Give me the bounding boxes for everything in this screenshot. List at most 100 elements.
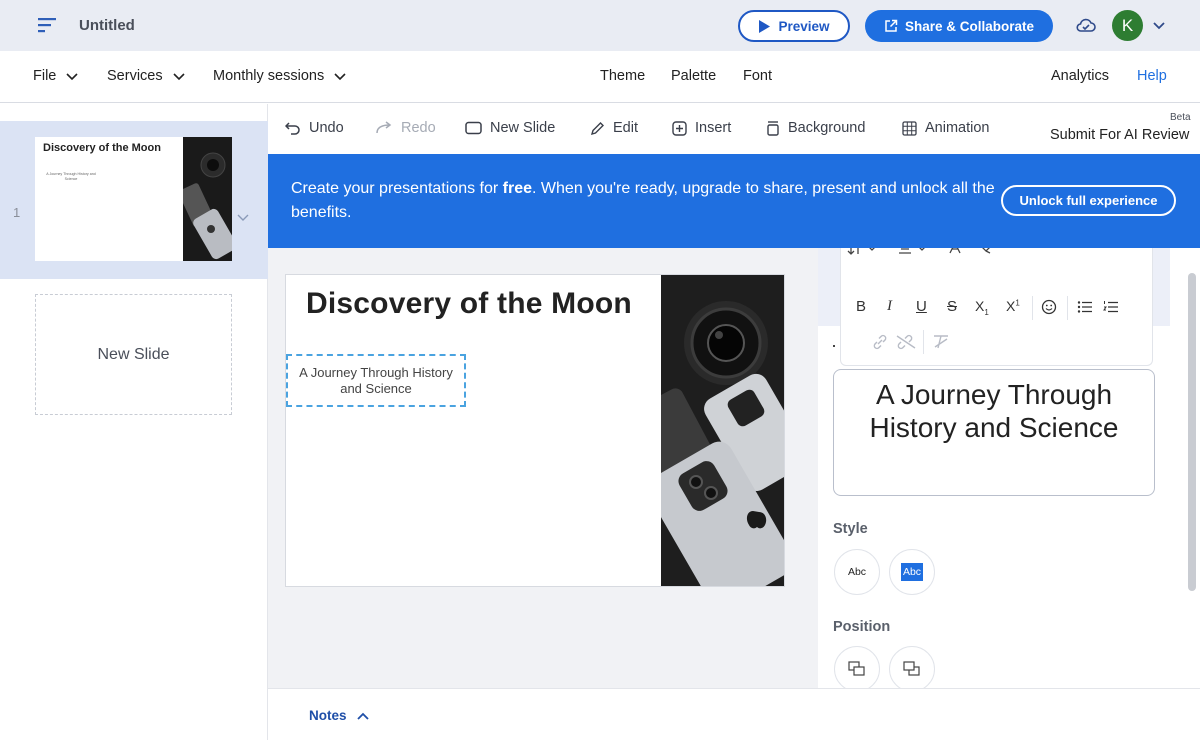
slide-number: 1 xyxy=(13,205,21,220)
animation-icon xyxy=(902,120,917,136)
background-label: Background xyxy=(788,120,866,136)
hamburger-menu-icon[interactable] xyxy=(36,15,58,35)
bold-button[interactable]: B xyxy=(856,298,866,315)
underline-button[interactable]: U xyxy=(916,298,927,315)
undo-label: Undo xyxy=(309,120,344,136)
scrollbar[interactable] xyxy=(1188,273,1196,591)
subscript-button[interactable]: X1 xyxy=(975,298,989,317)
caret-marker xyxy=(833,345,835,347)
chevron-up-icon xyxy=(356,709,370,723)
bring-forward-button[interactable] xyxy=(834,646,880,688)
animation-button[interactable]: Animation xyxy=(902,120,989,136)
new-slide-button[interactable]: New Slide xyxy=(465,120,555,136)
align-dropdown[interactable] xyxy=(897,248,927,256)
numbered-list-icon[interactable] xyxy=(1103,300,1119,314)
style-label: Style xyxy=(833,521,868,537)
divider xyxy=(1032,296,1033,320)
menu-services-label: Services xyxy=(107,68,163,84)
strikethrough-button[interactable]: S xyxy=(947,298,957,315)
style-option-highlight[interactable]: Abc xyxy=(889,549,935,595)
emoji-icon[interactable] xyxy=(1041,299,1057,315)
share-collaborate-button[interactable]: Share & Collaborate xyxy=(865,10,1053,42)
unlink-icon[interactable] xyxy=(895,334,917,350)
menu-analytics[interactable]: Analytics xyxy=(1051,68,1109,84)
preview-button[interactable]: Preview xyxy=(738,10,850,42)
cloud-saved-icon[interactable] xyxy=(1075,14,1097,36)
slides-panel: 1 Discovery of the Moon A Journey Throug… xyxy=(0,104,268,740)
slide-thumbnail-row[interactable]: 1 Discovery of the Moon A Journey Throug… xyxy=(0,121,268,279)
menu-theme[interactable]: Theme xyxy=(600,68,645,84)
slide-subtitle-textbox[interactable]: A Journey Through History and Science xyxy=(286,354,466,407)
insert-button[interactable]: Insert xyxy=(672,120,731,136)
new-slide-label: New Slide xyxy=(490,120,556,136)
slide-thumbnail[interactable]: Discovery of the Moon A Journey Through … xyxy=(35,137,232,261)
slide-image[interactable] xyxy=(661,275,784,586)
clear-format-icon[interactable] xyxy=(931,334,951,350)
slide-canvas[interactable]: Discovery of the Moon A Journey Through … xyxy=(285,274,785,587)
banner-text-pre: Create your presentations for xyxy=(291,180,503,197)
menu-help[interactable]: Help xyxy=(1137,68,1167,84)
chevron-down-icon xyxy=(333,69,347,83)
thumbnail-title: Discovery of the Moon xyxy=(43,142,161,154)
redo-button[interactable]: Redo xyxy=(375,120,436,136)
link-icon[interactable] xyxy=(871,334,889,350)
edit-label: Edit xyxy=(613,120,638,136)
send-backward-icon xyxy=(902,660,922,678)
menu-bar: File Services Monthly sessions Theme Pal… xyxy=(0,51,1200,103)
thumbnail-image xyxy=(183,137,232,261)
avatar[interactable]: K xyxy=(1112,10,1143,41)
align-center-icon xyxy=(897,248,913,256)
notes-bar: Notes xyxy=(268,688,1200,740)
superscript-button[interactable]: X1 xyxy=(1006,298,1020,314)
divider xyxy=(923,330,924,354)
preview-label: Preview xyxy=(778,18,830,34)
beta-badge: Beta xyxy=(1170,112,1191,123)
plus-square-icon xyxy=(672,120,687,136)
external-link-icon xyxy=(884,19,898,33)
pencil-icon xyxy=(590,121,605,136)
chevron-down-icon xyxy=(917,248,927,254)
slide-icon xyxy=(465,121,482,135)
new-slide-placeholder[interactable]: New Slide xyxy=(35,294,232,415)
chevron-down-icon[interactable] xyxy=(236,210,250,224)
menu-monthly-sessions[interactable]: Monthly sessions xyxy=(213,68,347,84)
menu-services[interactable]: Services xyxy=(107,68,186,84)
chevron-down-icon[interactable] xyxy=(1152,18,1166,32)
text-format-toolbar: B I U S X1 X1 xyxy=(840,248,1153,366)
style-option-highlight-label: Abc xyxy=(900,563,924,581)
unlock-full-experience-button[interactable]: Unlock full experience xyxy=(1001,185,1176,216)
chevron-down-icon xyxy=(867,248,877,254)
style-option-plain[interactable]: Abc xyxy=(834,549,880,595)
document-title[interactable]: Untitled xyxy=(79,17,135,34)
line-spacing-dropdown[interactable] xyxy=(847,248,877,256)
font-color-icon[interactable] xyxy=(947,248,963,255)
text-content-editor[interactable]: A Journey Through History and Science xyxy=(833,369,1155,496)
highlight-icon[interactable] xyxy=(977,248,995,255)
style-option-plain-label: Abc xyxy=(847,566,867,578)
slide-canvas-area: Discovery of the Moon A Journey Through … xyxy=(268,248,818,688)
upgrade-banner: Create your presentations for free. When… xyxy=(268,154,1200,248)
format-panel: B I U S X1 X1 A Journey Through History … xyxy=(818,248,1200,688)
italic-button[interactable]: I xyxy=(887,298,892,315)
edit-button[interactable]: Edit xyxy=(590,120,638,136)
animation-label: Animation xyxy=(925,120,990,136)
menu-file[interactable]: File xyxy=(33,68,79,84)
undo-button[interactable]: Undo xyxy=(285,120,344,136)
position-label: Position xyxy=(833,619,891,635)
menu-font[interactable]: Font xyxy=(743,68,772,84)
background-button[interactable]: Background xyxy=(766,120,865,136)
redo-icon xyxy=(375,121,393,135)
redo-label: Redo xyxy=(401,120,436,136)
line-spacing-icon xyxy=(847,248,863,256)
submit-ai-review-button[interactable]: Submit For AI Review xyxy=(1050,127,1189,143)
bullet-list-icon[interactable] xyxy=(1077,300,1093,314)
slide-title[interactable]: Discovery of the Moon xyxy=(306,287,632,321)
menu-palette[interactable]: Palette xyxy=(671,68,716,84)
banner-text-bold: free xyxy=(502,180,533,197)
insert-label: Insert xyxy=(695,120,732,136)
send-backward-button[interactable] xyxy=(889,646,935,688)
notes-toggle[interactable]: Notes xyxy=(309,708,370,723)
bring-forward-icon xyxy=(847,660,867,678)
top-bar: Untitled Preview Share & Collaborate K xyxy=(0,0,1200,51)
play-icon xyxy=(758,19,771,33)
